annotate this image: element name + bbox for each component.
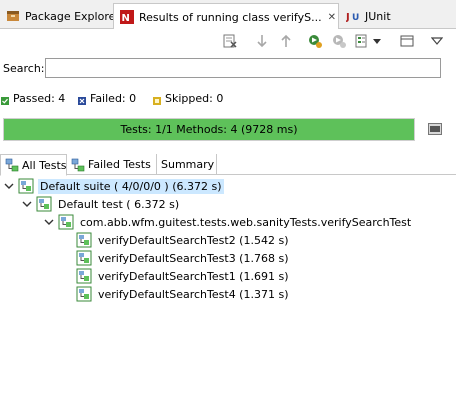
- history-icon[interactable]: [354, 33, 370, 49]
- tab-testng-results[interactable]: N Results of running class verifyS... ✕: [113, 3, 339, 30]
- tab-label: Summary: [161, 158, 215, 171]
- rerun-failed-icon[interactable]: [331, 33, 347, 49]
- close-icon[interactable]: ✕: [328, 12, 336, 23]
- next-failure-icon[interactable]: [254, 33, 270, 49]
- method-passed-icon: [76, 250, 92, 266]
- tree-node-method[interactable]: verifyDefaultSearchTest2 (1.542 s): [76, 231, 291, 249]
- tree-icon: [5, 158, 19, 172]
- method-label: verifyDefaultSearchTest2 (1.542 s): [98, 233, 289, 247]
- tree-node-suite[interactable]: Default suite ( 4/0/0/0 ) (6.372 s): [4, 177, 224, 195]
- console-icon[interactable]: [428, 123, 442, 135]
- tab-label: Results of running class verifyS...: [139, 10, 322, 24]
- view-menu-icon[interactable]: [429, 33, 445, 49]
- tab-failed-tests[interactable]: Failed Tests: [67, 154, 157, 175]
- result-subtabs: All Tests Failed Tests Summary: [0, 154, 456, 176]
- testng-icon: N: [120, 10, 134, 24]
- suite-passed-icon: [18, 178, 34, 194]
- class-passed-icon: [58, 214, 74, 230]
- failed-counter: Failed: 0: [78, 92, 136, 105]
- svg-text:U: U: [352, 13, 359, 23]
- previous-failure-icon[interactable]: [278, 33, 294, 49]
- skipped-icon: [153, 95, 161, 105]
- chevron-down-icon[interactable]: [44, 217, 54, 227]
- progress-text: Tests: 1/1 Methods: 4 (9728 ms): [120, 123, 298, 136]
- tab-label: Failed Tests: [88, 158, 151, 171]
- search-input[interactable]: [45, 58, 441, 78]
- tab-label: All Tests: [22, 158, 67, 172]
- results-tree: Default suite ( 4/0/0/0 ) (6.372 s) Defa…: [0, 176, 456, 408]
- progress-bar: Tests: 1/1 Methods: 4 (9728 ms): [3, 118, 415, 141]
- failed-count: Failed: 0: [90, 92, 137, 105]
- failed-icon: [78, 95, 86, 105]
- search-row: Search:: [0, 56, 456, 80]
- remove-results-icon[interactable]: [222, 33, 238, 49]
- passed-count: Passed: 4: [13, 92, 66, 105]
- package-explorer-icon: [6, 9, 20, 23]
- class-label: com.abb.wfm.guitest.tests.web.sanityTest…: [80, 215, 412, 229]
- results-toolbar: [0, 29, 456, 53]
- method-label: verifyDefaultSearchTest3 (1.768 s): [98, 251, 289, 265]
- tab-package-explorer[interactable]: Package Explorer: [0, 3, 120, 29]
- test-label: Default test ( 6.372 s): [58, 197, 180, 211]
- tab-summary[interactable]: Summary: [157, 154, 217, 175]
- tree-node-test[interactable]: Default test ( 6.372 s): [22, 195, 181, 213]
- tab-label: Package Explorer: [25, 9, 120, 23]
- tab-label: JUnit: [365, 9, 391, 23]
- method-passed-icon: [76, 268, 92, 284]
- test-passed-icon: [36, 196, 52, 212]
- tree-node-method[interactable]: verifyDefaultSearchTest1 (1.691 s): [76, 267, 291, 285]
- view-tab-bar: Package Explorer N Results of running cl…: [0, 0, 456, 30]
- chevron-down-icon[interactable]: [4, 181, 14, 191]
- method-passed-icon: [76, 286, 92, 302]
- suite-label: Default suite ( 4/0/0/0 ) (6.372 s): [38, 178, 224, 194]
- method-passed-icon: [76, 232, 92, 248]
- junit-icon: JU: [346, 9, 360, 23]
- minimize-icon[interactable]: [399, 33, 415, 49]
- history-dropdown-icon[interactable]: [372, 33, 382, 49]
- result-counters: Passed: 4 Failed: 0 Skipped: 0: [0, 90, 456, 108]
- tree-node-method[interactable]: verifyDefaultSearchTest4 (1.371 s): [76, 285, 291, 303]
- rerun-icon[interactable]: [307, 33, 323, 49]
- svg-text:J: J: [346, 12, 350, 23]
- skipped-counter: Skipped: 0: [153, 92, 223, 105]
- tree-node-method[interactable]: verifyDefaultSearchTest3 (1.768 s): [76, 249, 291, 267]
- tab-all-tests[interactable]: All Tests: [0, 154, 67, 176]
- chevron-down-icon[interactable]: [22, 199, 32, 209]
- failed-tree-icon: [71, 158, 85, 172]
- passed-counter: Passed: 4: [1, 92, 65, 105]
- search-label: Search:: [3, 62, 45, 75]
- method-label: verifyDefaultSearchTest4 (1.371 s): [98, 287, 289, 301]
- passed-icon: [1, 95, 9, 105]
- tree-node-class[interactable]: com.abb.wfm.guitest.tests.web.sanityTest…: [44, 213, 413, 231]
- tab-junit[interactable]: JU JUnit: [340, 3, 410, 29]
- skipped-count: Skipped: 0: [165, 92, 224, 105]
- svg-text:N: N: [122, 13, 130, 24]
- method-label: verifyDefaultSearchTest1 (1.691 s): [98, 269, 289, 283]
